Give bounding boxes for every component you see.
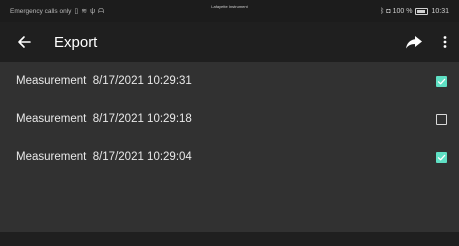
list-item-measurement-2[interactable]: Measurement 8/17/2021 10:29:18 (0, 100, 459, 138)
status-bar: Emergency calls only ▯ ≋ ψ ᗩ Lafayette I… (0, 0, 459, 22)
list-item-measurement-3[interactable]: Measurement 8/17/2021 10:29:04 (0, 138, 459, 176)
check-icon (437, 78, 446, 84)
app-screen: Emergency calls only ▯ ≋ ψ ᗩ Lafayette I… (0, 0, 459, 246)
page-title: Export (54, 33, 98, 51)
checkbox-checked[interactable] (436, 75, 447, 87)
battery-icon (415, 7, 429, 15)
measurement-label: Measurement 8/17/2021 10:29:04 (16, 151, 192, 163)
arrow-left-icon (18, 36, 31, 48)
measurement-list: Measurement 8/17/2021 10:29:31 Measureme… (0, 62, 459, 176)
back-button[interactable] (4, 22, 44, 62)
share-icon (406, 36, 422, 49)
list-item-measurement-1[interactable]: Measurement 8/17/2021 10:29:31 (0, 62, 459, 100)
app-bar: Export (0, 22, 459, 62)
more-vertical-icon (443, 36, 447, 48)
checkbox-unchecked[interactable] (436, 113, 447, 125)
check-icon (437, 154, 446, 160)
measurement-label: Measurement 8/17/2021 10:29:18 (16, 113, 192, 125)
more-options-button[interactable] (437, 22, 453, 62)
bottom-bar (0, 232, 459, 246)
checkbox-checked[interactable] (436, 151, 447, 163)
share-button[interactable] (399, 22, 429, 62)
measurement-label: Measurement 8/17/2021 10:29:31 (16, 75, 192, 87)
notification-text: Lafayette Instrument (211, 4, 248, 9)
